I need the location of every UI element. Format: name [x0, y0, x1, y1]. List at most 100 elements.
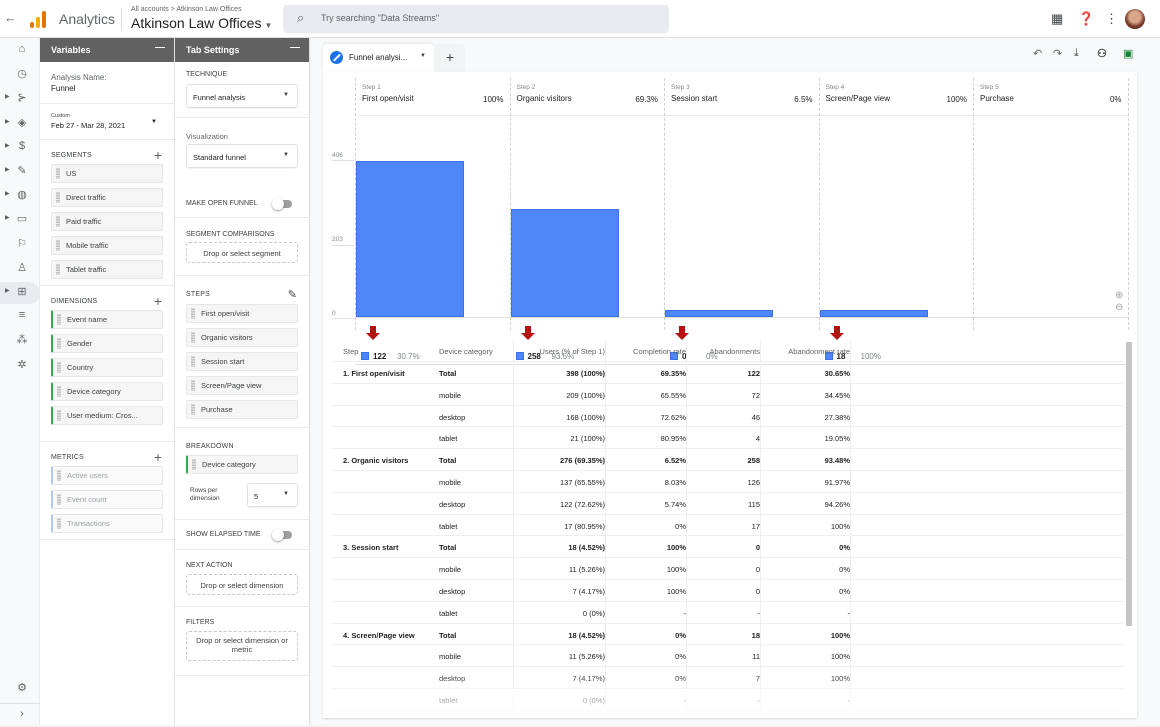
add-tab-button[interactable]: +: [435, 44, 465, 72]
nav-item-explore-analysis[interactable]: ▶ ⊞: [0, 282, 40, 304]
nav-item-debug-bug[interactable]: ✲: [0, 355, 40, 377]
segment-chip[interactable]: Tablet traffic: [51, 260, 163, 279]
breakdown-chip[interactable]: Device category: [186, 455, 298, 474]
segment-chip[interactable]: Mobile traffic: [51, 236, 163, 255]
avatar[interactable]: [1125, 9, 1145, 29]
step-chip[interactable]: First open/visit: [186, 304, 298, 323]
drag-handle-icon[interactable]: [191, 332, 195, 343]
add-dimension-icon[interactable]: +: [154, 293, 162, 309]
tab-funnel-analysis[interactable]: Funnel analysi... ▼: [323, 44, 434, 72]
next-action-dropzone[interactable]: Drop or select dimension: [186, 574, 298, 595]
drag-handle-icon[interactable]: [56, 264, 60, 275]
nav-item-home[interactable]: ⌂: [0, 40, 40, 62]
settings-button[interactable]: ⚙: [0, 678, 40, 700]
funnel-bar[interactable]: [510, 208, 619, 317]
minimize-icon[interactable]: —: [290, 42, 300, 53]
nav-item-monetization[interactable]: ▶ $: [0, 137, 40, 159]
drag-handle-icon[interactable]: [191, 404, 195, 415]
export-sheet-icon[interactable]: ▣: [1123, 47, 1133, 60]
drag-handle-icon[interactable]: [191, 356, 195, 367]
redo-icon[interactable]: ↷: [1053, 47, 1062, 60]
metric-chip[interactable]: Transactions: [51, 514, 163, 533]
drag-handle-icon[interactable]: [56, 168, 60, 179]
dimension-chip[interactable]: Gender: [51, 334, 163, 353]
drag-handle-icon[interactable]: [192, 459, 196, 470]
nav-item-lifecycle[interactable]: ▶ ⊱: [0, 88, 40, 110]
column-header[interactable]: Abandonment rate: [788, 347, 850, 356]
step-chip[interactable]: Organic visitors: [186, 328, 298, 347]
table-scrollbar[interactable]: [1126, 342, 1132, 626]
drag-handle-icon[interactable]: [56, 240, 60, 251]
account-picker[interactable]: Atkinson Law Offices ▼: [131, 15, 272, 31]
drag-handle-icon[interactable]: [57, 410, 61, 421]
step-header[interactable]: Step 5 Purchase 0%: [974, 78, 1128, 116]
nav-item-audience-list[interactable]: ≡: [0, 306, 40, 328]
back-arrow-icon[interactable]: ←: [4, 10, 17, 25]
dimension-chip[interactable]: Event name: [51, 310, 163, 329]
drag-handle-icon[interactable]: [57, 314, 61, 325]
drag-handle-icon[interactable]: [57, 494, 61, 505]
segment-chip[interactable]: Direct traffic: [51, 188, 163, 207]
funnel-bar[interactable]: [665, 309, 773, 317]
date-range-picker[interactable]: Custom Feb 27 - Mar 28, 2021 ▼: [40, 104, 174, 140]
nav-item-tag[interactable]: ▶ ◈: [0, 113, 40, 135]
drag-handle-icon[interactable]: [57, 470, 61, 481]
funnel-bar[interactable]: [819, 309, 928, 317]
drag-handle-icon[interactable]: [57, 518, 61, 529]
column-header[interactable]: Completion rate: [633, 347, 686, 356]
column-header[interactable]: Step: [343, 347, 358, 356]
undo-icon[interactable]: ↶: [1033, 47, 1042, 60]
edit-pencil-icon[interactable]: ✎: [288, 288, 297, 301]
minimize-icon[interactable]: —: [155, 42, 165, 53]
metric-chip[interactable]: Active users: [51, 466, 163, 485]
nav-item-flag[interactable]: ⚐: [0, 234, 40, 256]
technique-select[interactable]: Funnel analysis ▼: [186, 84, 298, 108]
download-icon[interactable]: ⤓: [1074, 47, 1079, 60]
rows-per-dimension-select[interactable]: 5 ▼: [247, 483, 298, 507]
metric-chip[interactable]: Event count: [51, 490, 163, 509]
filters-dropzone[interactable]: Drop or select dimension or metric: [186, 631, 298, 661]
nav-item-user[interactable]: ♙: [0, 258, 40, 280]
drag-handle-icon[interactable]: [57, 386, 61, 397]
chevron-down-icon[interactable]: ▼: [420, 53, 426, 59]
more-vert-icon[interactable]: ⋮: [1105, 11, 1118, 27]
drag-handle-icon[interactable]: [191, 308, 195, 319]
nav-item-shapes[interactable]: ⁂: [0, 330, 40, 352]
drag-handle-icon[interactable]: [56, 192, 60, 203]
analysis-name-input[interactable]: Funnel: [51, 84, 163, 93]
dimension-chip[interactable]: Device category: [51, 382, 163, 401]
open-funnel-toggle[interactable]: [272, 198, 292, 210]
breadcrumb[interactable]: All accounts > Atkinson Law Offices: [131, 6, 242, 13]
nav-item-globe[interactable]: ▶ ◍: [0, 185, 40, 207]
segment-dropzone[interactable]: Drop or select segment: [186, 242, 298, 263]
dimension-chip[interactable]: User medium: Cros...: [51, 406, 163, 425]
step-header[interactable]: Step 3 Session start 6.5%: [665, 78, 819, 116]
step-chip[interactable]: Session start: [186, 352, 298, 371]
drag-handle-icon[interactable]: [57, 362, 61, 373]
help-icon[interactable]: ❓: [1078, 11, 1094, 27]
visualization-select[interactable]: Standard funnel ▼: [186, 144, 298, 168]
step-chip[interactable]: Purchase: [186, 400, 298, 419]
drag-handle-icon[interactable]: [191, 380, 195, 391]
analytics-logo-icon[interactable]: [30, 10, 48, 28]
apps-grid-icon[interactable]: ▦: [1051, 11, 1063, 27]
add-metric-icon[interactable]: +: [154, 449, 162, 465]
search-input[interactable]: ⌕ Try searching "Data Streams": [283, 5, 669, 33]
funnel-bar[interactable]: [356, 161, 464, 317]
nav-item-engagement[interactable]: ▶ ✎: [0, 161, 40, 183]
step-chip[interactable]: Screen/Page view: [186, 376, 298, 395]
segment-chip[interactable]: US: [51, 164, 163, 183]
column-header[interactable]: Abandonments: [710, 347, 760, 356]
segment-chip[interactable]: Paid traffic: [51, 212, 163, 231]
nav-item-devices[interactable]: ▶ ▭: [0, 209, 40, 231]
nav-item-realtime-clock[interactable]: ◷: [0, 64, 40, 86]
step-header[interactable]: Step 1 First open/visit 100%: [356, 78, 510, 116]
add-segment-icon[interactable]: +: [154, 147, 162, 163]
expand-nav-button[interactable]: ›: [0, 705, 40, 727]
drag-handle-icon[interactable]: [57, 338, 61, 349]
column-header[interactable]: Device category: [439, 347, 493, 356]
column-header[interactable]: Users (% of Step 1): [540, 347, 605, 356]
step-header[interactable]: Step 2 Organic visitors 69.3%: [510, 78, 664, 116]
step-header[interactable]: Step 4 Screen/Page view 100%: [819, 78, 973, 116]
dimension-chip[interactable]: Country: [51, 358, 163, 377]
